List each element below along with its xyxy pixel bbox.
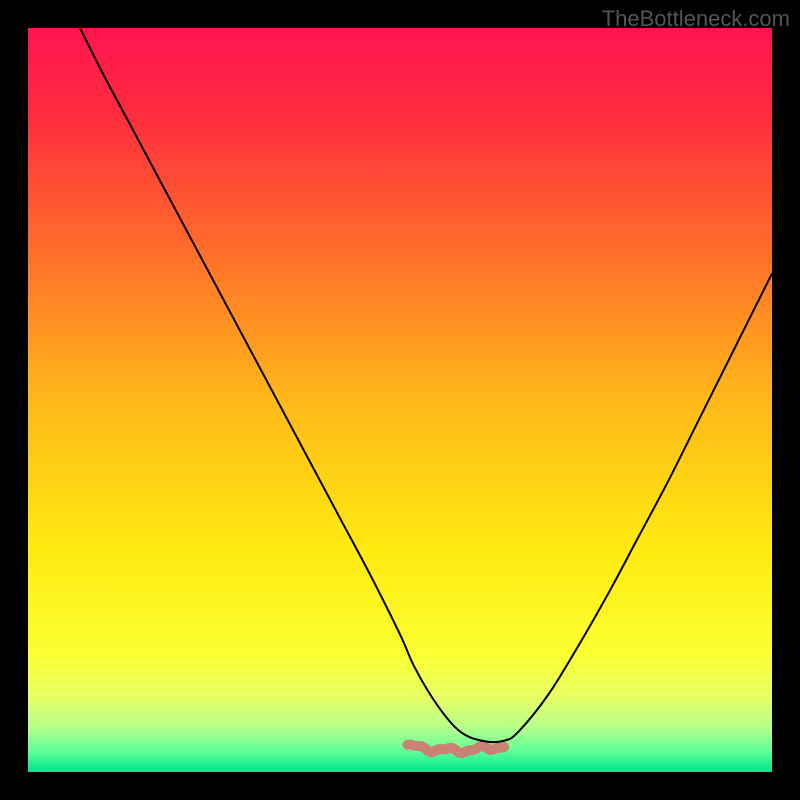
marker-band xyxy=(407,745,504,753)
bottleneck-chart xyxy=(28,28,772,772)
gradient-background xyxy=(28,28,772,772)
chart-frame: TheBottleneck.com xyxy=(0,0,800,800)
watermark-label: TheBottleneck.com xyxy=(602,6,790,32)
